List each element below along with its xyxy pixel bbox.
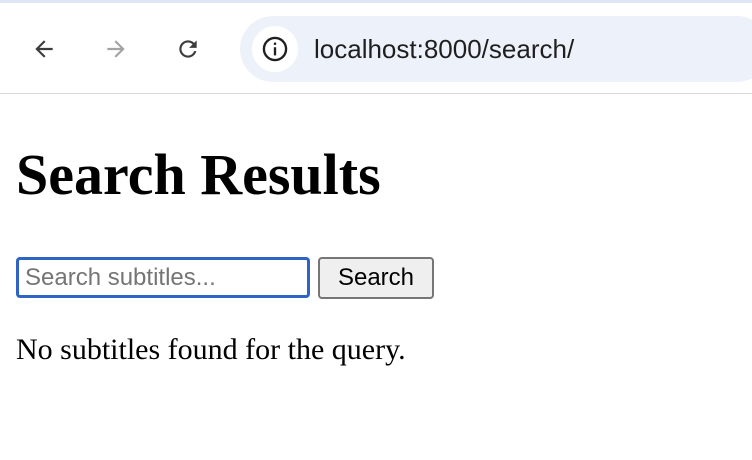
reload-button[interactable] [168, 27, 208, 71]
page-content: Search Results Search No subtitles found… [0, 95, 752, 460]
forward-button[interactable] [96, 27, 136, 71]
search-input[interactable] [16, 257, 310, 298]
site-info-button[interactable] [252, 26, 298, 72]
address-bar[interactable]: localhost:8000/search/ [240, 16, 752, 82]
back-button[interactable] [24, 27, 64, 71]
no-results-message: No subtitles found for the query. [16, 333, 406, 366]
page-title: Search Results [16, 142, 381, 207]
search-button[interactable]: Search [318, 257, 434, 299]
reload-icon [179, 40, 197, 58]
back-arrow-icon [35, 40, 53, 58]
url-text[interactable]: localhost:8000/search/ [314, 33, 574, 65]
forward-arrow-icon [107, 40, 125, 58]
browser-toolbar: localhost:8000/search/ [0, 0, 752, 94]
info-icon [262, 36, 288, 62]
